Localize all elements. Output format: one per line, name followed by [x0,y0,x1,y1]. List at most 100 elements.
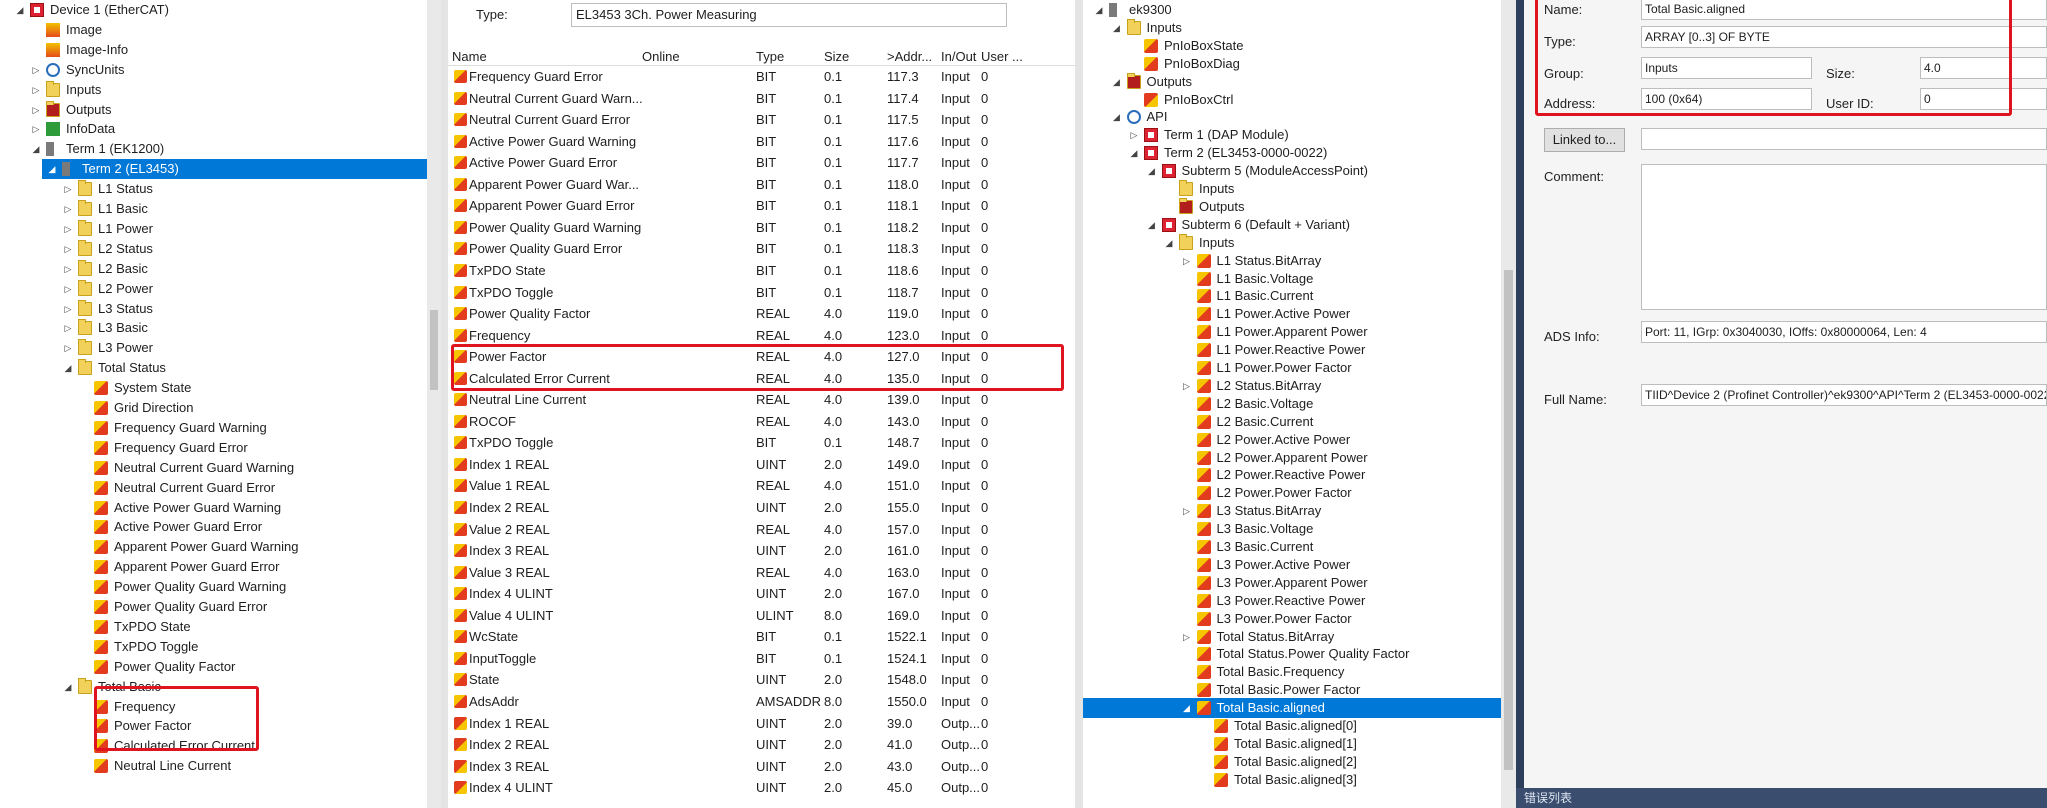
scroll-thumb[interactable] [430,310,438,390]
tree-item[interactable]: Apparent Power Guard Error [0,557,427,577]
expand-arrow-icon[interactable]: ▷ [30,80,42,100]
solution-tree-scrollbar[interactable] [427,0,441,808]
tree-item[interactable]: Power Quality Guard Error [0,597,427,617]
profinet-tree-scrollbar[interactable] [1501,0,1516,808]
tree-item[interactable]: Power Quality Factor [0,657,427,677]
table-row[interactable]: Active Power Guard Error BIT 0.1 117.7 Input… [448,152,1075,174]
tree-item[interactable]: Total Basic.aligned[3] [1083,770,1501,790]
tree-item[interactable]: ▷ L3 Status [0,299,427,319]
splitter[interactable] [1075,0,1083,808]
expand-arrow-icon[interactable]: ▷ [62,239,74,259]
table-row[interactable]: Value 1 REAL REAL 4.0 151.0 Input 0 [448,475,1075,497]
tree-item[interactable]: ▷ L3 Power [0,338,427,358]
table-row[interactable]: TxPDO Toggle BIT 0.1 148.7 Input 0 [448,432,1075,454]
table-row[interactable]: Power Quality Guard Error BIT 0.1 118.3 Inpu… [448,238,1075,260]
expand-arrow-icon[interactable]: ▷ [62,219,74,239]
table-row[interactable]: Value 3 REAL REAL 4.0 163.0 Input 0 [448,562,1075,584]
tree-item[interactable]: ◢ Term 1 (EK1200) [0,139,427,159]
collapse-arrow-icon[interactable]: ◢ [14,0,26,20]
tree-item[interactable]: Image-Info [0,40,427,60]
table-row[interactable]: TxPDO Toggle BIT 0.1 118.7 Input 0 [448,282,1075,304]
expand-arrow-icon[interactable]: ▷ [62,199,74,219]
column-header[interactable]: Type [756,49,784,64]
tree-item[interactable]: Apparent Power Guard Warning [0,537,427,557]
tree-item[interactable]: ▷ L3 Basic [0,318,427,338]
column-header[interactable]: User ... [981,49,1023,64]
expand-arrow-icon[interactable]: ▷ [62,259,74,279]
splitter[interactable] [441,0,448,808]
linked-to-field[interactable] [1641,128,2047,150]
collapse-arrow-icon[interactable]: ◢ [62,677,74,697]
column-header[interactable]: Name [452,49,487,64]
table-row[interactable]: Value 4 ULINT ULINT 8.0 169.0 Input 0 [448,605,1075,627]
collapse-arrow-icon[interactable]: ◢ [46,159,58,179]
table-row[interactable]: Index 1 REAL UINT 2.0 39.0 Outp... 0 [448,713,1075,735]
column-header[interactable]: Size [824,49,849,64]
table-row[interactable]: Frequency Guard Error BIT 0.1 117.3 Input 0 [448,66,1075,88]
tree-item[interactable]: ▷ InfoData [0,119,427,139]
tree-item[interactable]: Neutral Line Current [0,756,427,776]
tree-item[interactable]: Power Quality Guard Warning [0,577,427,597]
linked-to-button[interactable]: Linked to... [1544,128,1625,152]
collapse-arrow-icon[interactable]: ◢ [62,358,74,378]
column-header[interactable]: Online [642,49,680,64]
tree-item[interactable]: Frequency Guard Error [0,438,427,458]
scroll-thumb[interactable] [1504,270,1513,770]
tree-item[interactable]: Active Power Guard Warning [0,498,427,518]
table-row[interactable]: Neutral Current Guard Error BIT 0.1 117.5 In… [448,109,1075,131]
table-row[interactable]: State UINT 2.0 1548.0 Input 0 [448,669,1075,691]
comment-field[interactable] [1641,164,2047,310]
table-row[interactable]: Apparent Power Guard War... BIT 0.1 118.0 In… [448,174,1075,196]
tree-item[interactable]: Neutral Current Guard Warning [0,458,427,478]
tree-item[interactable]: Neutral Current Guard Error [0,478,427,498]
table-row[interactable]: Index 1 REAL UINT 2.0 149.0 Input 0 [448,454,1075,476]
tree-item[interactable]: System State [0,378,427,398]
tree-item-selected[interactable]: ◢ Term 2 (EL3453) [42,159,427,180]
table-row[interactable]: Neutral Current Guard Warn... BIT 0.1 117.4… [448,88,1075,110]
expand-arrow-icon[interactable]: ▷ [30,119,42,139]
column-header[interactable]: In/Out [941,49,976,64]
table-row[interactable]: ROCOF REAL 4.0 143.0 Input 0 [448,411,1075,433]
table-row[interactable]: Apparent Power Guard Error BIT 0.1 118.1 Inp… [448,195,1075,217]
expand-arrow-icon[interactable]: ▷ [62,318,74,338]
table-row[interactable]: Index 4 ULINT UINT 2.0 167.0 Input 0 [448,583,1075,605]
tree-item[interactable]: TxPDO Toggle [0,637,427,657]
expand-arrow-icon[interactable]: ▷ [62,179,74,199]
expand-arrow-icon[interactable]: ▷ [62,299,74,319]
tree-item[interactable]: ▷ L2 Power [0,279,427,299]
tree-item[interactable]: ▷ L2 Status [0,239,427,259]
table-row[interactable]: Index 3 REAL UINT 2.0 43.0 Outp... 0 [448,756,1075,778]
tree-item[interactable]: ▷ Inputs [0,80,427,100]
full-name-field[interactable]: TIID^Device 2 (Profinet Controller)^ek93… [1641,384,2047,406]
table-row[interactable]: Power Quality Factor REAL 4.0 119.0 Input 0 [448,303,1075,325]
tree-item[interactable]: ▷ Outputs [0,100,427,120]
tree-item[interactable]: ◢ Device 1 (EtherCAT) [0,0,427,20]
tree-item[interactable]: Image [0,20,427,40]
tree-item[interactable]: ◢ Total Status [0,358,427,378]
ads-info-field[interactable]: Port: 11, IGrp: 0x3040030, IOffs: 0x8000… [1641,321,2047,343]
table-row[interactable]: TxPDO State BIT 0.1 118.6 Input 0 [448,260,1075,282]
expand-arrow-icon[interactable]: ▷ [30,100,42,120]
table-row[interactable]: Power Quality Guard Warning BIT 0.1 118.2 In… [448,217,1075,239]
type-field[interactable]: EL3453 3Ch. Power Measuring [571,3,1007,27]
tree-item[interactable]: Grid Direction [0,398,427,418]
table-row[interactable]: Index 2 REAL UINT 2.0 41.0 Outp... 0 [448,734,1075,756]
tree-item[interactable]: ▷ L2 Basic [0,259,427,279]
table-row[interactable]: Index 3 REAL UINT 2.0 161.0 Input 0 [448,540,1075,562]
expand-arrow-icon[interactable]: ▷ [62,279,74,299]
table-row[interactable]: Value 2 REAL REAL 4.0 157.0 Input 0 [448,519,1075,541]
table-row[interactable]: Index 4 ULINT UINT 2.0 45.0 Outp... 0 [448,777,1075,799]
tree-item[interactable]: ▷ L1 Status [0,179,427,199]
tree-item[interactable]: Frequency Guard Warning [0,418,427,438]
tree-item[interactable]: ▷ L1 Power [0,219,427,239]
column-header[interactable]: >Addr... [887,49,932,64]
expand-arrow-icon[interactable]: ▷ [62,338,74,358]
expand-arrow-icon[interactable]: ▷ [30,60,42,80]
tree-item[interactable]: ▷ L1 Basic [0,199,427,219]
tree-item[interactable]: ▷ SyncUnits [0,60,427,80]
tree-item[interactable]: Active Power Guard Error [0,517,427,537]
table-row[interactable]: AdsAddr AMSADDR 8.0 1550.0 Input 0 [448,691,1075,713]
table-row[interactable]: Neutral Line Current REAL 4.0 139.0 Input 0 [448,389,1075,411]
table-row[interactable]: Frequency REAL 4.0 123.0 Input 0 [448,325,1075,347]
table-row[interactable]: InputToggle BIT 0.1 1524.1 Input 0 [448,648,1075,670]
